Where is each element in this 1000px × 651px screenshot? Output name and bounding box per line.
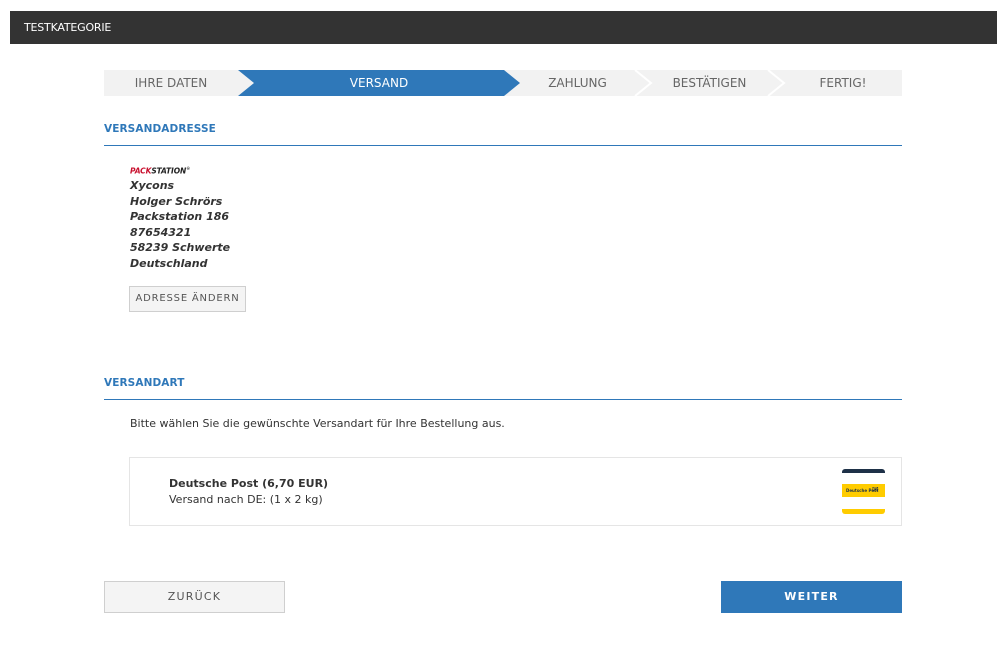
back-button[interactable]: ZURÜCK: [104, 581, 285, 613]
step-bestaetigen: BESTÄTIGEN: [672, 76, 747, 90]
packstation-logo: PACKSTATION®: [130, 166, 190, 176]
shipping-option-description: Versand nach DE: (1 x 2 kg): [169, 493, 323, 506]
address-line: Holger Schrörs: [130, 194, 223, 208]
step-separator: [767, 70, 786, 96]
address-line: Deutschland: [130, 256, 208, 270]
shipping-method-instruction: Bitte wählen Sie die gewünschte Versanda…: [130, 417, 505, 430]
shipping-option-name: Deutsche Post (6,70 EUR): [169, 477, 329, 490]
change-address-button[interactable]: ADRESSE ÄNDERN: [129, 286, 246, 312]
logo-bottom-stripe: [842, 509, 885, 514]
address-line: 58239 Schwerte: [130, 241, 231, 254]
category-title: TESTKATEGORIE: [24, 21, 112, 34]
registered-mark: ®: [186, 166, 191, 171]
step-ihre-daten[interactable]: IHRE DATEN: [104, 70, 238, 96]
step-separator: [634, 70, 653, 96]
step-zahlung: ZAHLUNG: [548, 76, 607, 90]
packstation-logo-pack: PACK: [130, 166, 152, 176]
shipping-option-deutsche-post[interactable]: Deutsche Post (6,70 EUR) Versand nach DE…: [129, 457, 902, 526]
shipping-method-title: VERSANDART: [104, 377, 185, 389]
shipping-address-title: VERSANDADRESSE: [104, 123, 216, 135]
address-line: Xycons: [130, 179, 175, 192]
post-horn-icon: ✉: [872, 485, 879, 494]
logo-top-stripe: [842, 469, 885, 473]
next-button[interactable]: WEITER: [721, 581, 902, 613]
deutsche-post-logo: Deutsche Post ✉: [842, 469, 885, 514]
packstation-logo-station: STATION: [151, 166, 187, 176]
category-header-bar: TESTKATEGORIE: [10, 11, 997, 44]
checkout-progress: IHRE DATEN VERSAND ZAHLUNG BESTÄTIGEN FE…: [104, 70, 902, 96]
address-line: Packstation 186: [130, 210, 230, 223]
shipping-address-block: Xycons Holger Schrörs Packstation 186 87…: [130, 178, 230, 271]
step-fertig: FERTIG!: [819, 76, 867, 90]
shipping-address-divider: [104, 145, 902, 146]
address-line: 87654321: [130, 225, 192, 239]
step-versand[interactable]: VERSAND: [254, 70, 504, 96]
shipping-method-divider: [104, 399, 902, 400]
